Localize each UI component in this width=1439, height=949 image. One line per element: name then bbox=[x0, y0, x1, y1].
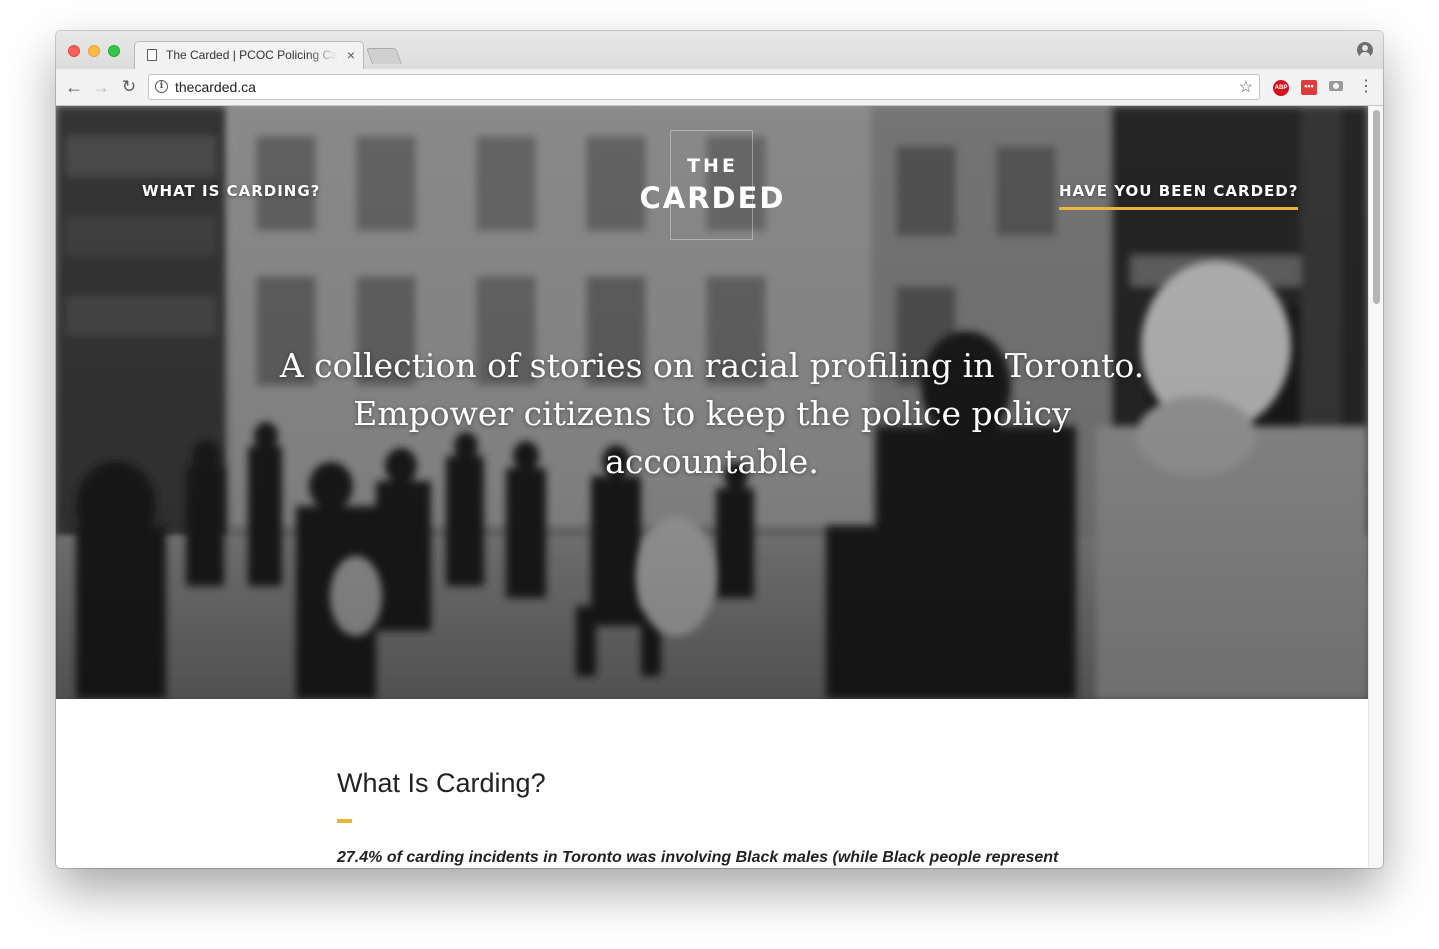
hero-tagline: A collection of stories on racial profil… bbox=[279, 346, 1145, 481]
profile-icon[interactable] bbox=[1357, 42, 1373, 58]
site-logo[interactable]: THE CARDED bbox=[639, 130, 784, 240]
minimize-window-button[interactable] bbox=[88, 45, 100, 57]
tab-strip: The Carded | PCOC Policing Carding × bbox=[56, 31, 1383, 70]
logo-line-carded: CARDED bbox=[639, 181, 786, 215]
scrollbar-thumb[interactable] bbox=[1373, 110, 1380, 304]
url-text[interactable]: thecarded.ca bbox=[175, 79, 256, 95]
browser-window: The Carded | PCOC Policing Carding × ← →… bbox=[56, 31, 1383, 868]
address-bar[interactable]: i thecarded.ca ☆ bbox=[148, 74, 1260, 100]
page-icon bbox=[147, 49, 157, 61]
back-arrow-icon[interactable]: ← bbox=[63, 76, 85, 98]
forward-arrow-icon[interactable]: → bbox=[90, 76, 112, 98]
section-lead-text: 27.4% of carding incidents in Toronto wa… bbox=[337, 849, 1059, 866]
logo-line-the: THE bbox=[687, 155, 738, 177]
nav-what-is-carding-link[interactable]: WHAT IS CARDING? bbox=[142, 182, 320, 200]
adblock-plus-icon[interactable]: ABP bbox=[1273, 80, 1289, 96]
close-window-button[interactable] bbox=[68, 45, 80, 57]
red-extension-icon[interactable]: ••• bbox=[1301, 80, 1317, 95]
hero-section: WHAT IS CARDING? THE CARDED HAVE YOU BEE… bbox=[56, 106, 1368, 699]
vertical-scrollbar[interactable] bbox=[1368, 106, 1383, 868]
tab-close-icon[interactable]: × bbox=[347, 46, 355, 64]
page-viewport: WHAT IS CARDING? THE CARDED HAVE YOU BEE… bbox=[56, 106, 1383, 868]
nav-have-you-been-carded-link[interactable]: HAVE YOU BEEN CARDED? bbox=[1059, 182, 1299, 210]
bookmark-star-icon[interactable]: ☆ bbox=[1239, 77, 1253, 97]
tab-active[interactable]: The Carded | PCOC Policing Carding × bbox=[134, 41, 364, 70]
new-tab-button[interactable] bbox=[366, 48, 402, 64]
camera-icon[interactable] bbox=[1329, 81, 1343, 91]
reload-icon[interactable]: ↻ bbox=[118, 76, 140, 98]
what-is-carding-section: What Is Carding? 27.4% of carding incide… bbox=[337, 768, 1137, 867]
tab-title: The Carded | PCOC Policing Carding bbox=[166, 48, 338, 62]
maximize-window-button[interactable] bbox=[108, 45, 120, 57]
browser-toolbar: ← → ↻ i thecarded.ca ☆ ABP ••• ⋮ bbox=[56, 69, 1383, 106]
section-accent-rule bbox=[337, 819, 352, 823]
info-icon[interactable]: i bbox=[155, 80, 168, 93]
section-title: What Is Carding? bbox=[337, 768, 546, 798]
menu-kebab-icon[interactable]: ⋮ bbox=[1358, 77, 1374, 97]
